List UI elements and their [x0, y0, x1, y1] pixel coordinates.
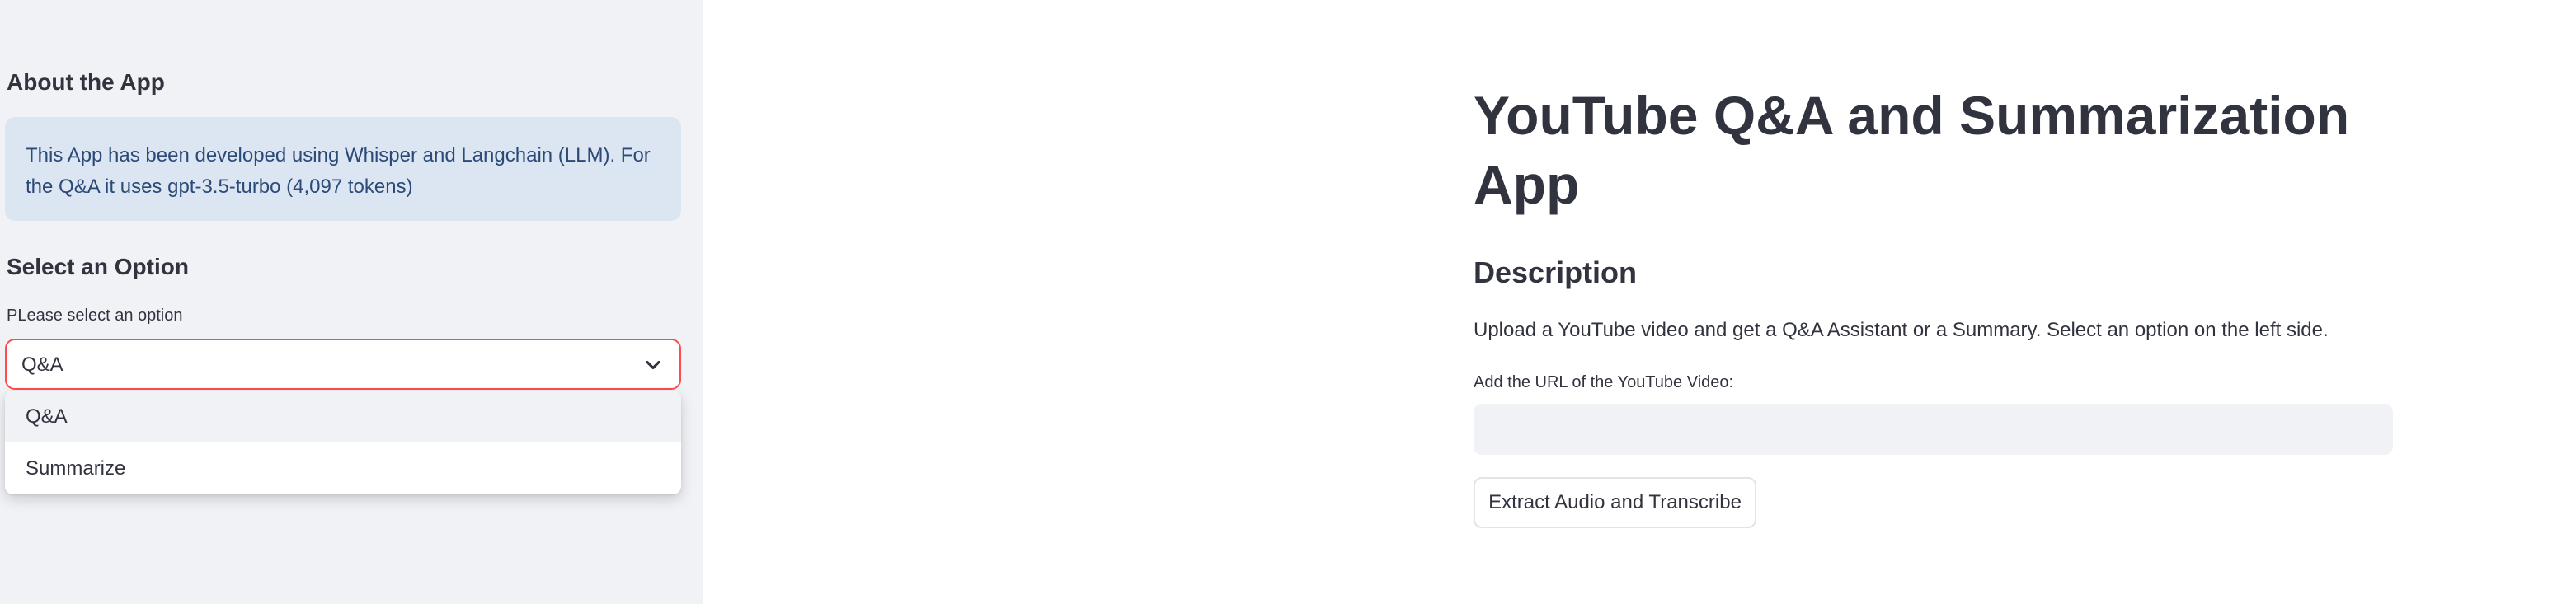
select-label: PLease select an option: [7, 307, 183, 325]
description-text: Upload a YouTube video and get a Q&A Ass…: [1474, 319, 2329, 341]
section-heading: Description: [1474, 255, 1638, 289]
select-value: Q&A: [21, 354, 63, 376]
app-root: About the App This App has been develope…: [0, 0, 2576, 604]
option-heading: Select an Option: [7, 254, 189, 279]
sidebar: About the App This App has been develope…: [0, 0, 703, 604]
option-dropdown: Q&A Summarize: [5, 391, 681, 494]
info-box: This App has been developed using Whispe…: [5, 117, 681, 221]
url-input[interactable]: [1474, 404, 2393, 455]
info-text: This App has been developed using Whispe…: [26, 144, 651, 198]
extract-audio-button[interactable]: Extract Audio and Transcribe: [1474, 477, 1756, 528]
option-qa[interactable]: Q&A: [5, 391, 681, 442]
about-heading: About the App: [7, 69, 165, 95]
option-summarize[interactable]: Summarize: [5, 442, 681, 494]
page-title: YouTube Q&A and Summarization App: [1474, 85, 2350, 215]
chevron-down-icon[interactable]: [642, 354, 665, 377]
url-label: Add the URL of the YouTube Video:: [1474, 373, 1734, 391]
option-select[interactable]: Q&A: [5, 339, 681, 390]
